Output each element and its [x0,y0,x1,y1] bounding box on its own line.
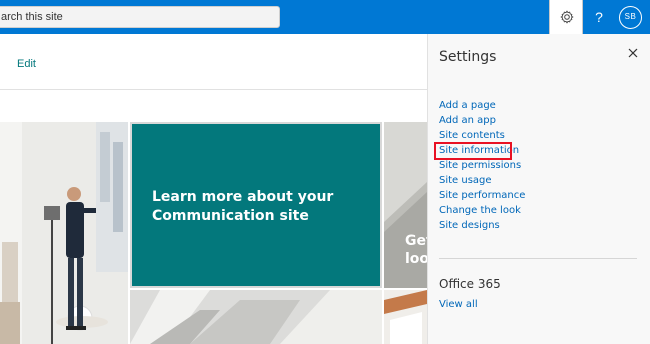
settings-link-site-designs[interactable]: Site designs [439,218,525,233]
hero-tile-title: Learn more about your Communication site [152,189,334,224]
avatar-initials: SB [624,12,637,21]
hero-tile-right-text: Getloo [405,233,427,267]
right-bottom-photo-image [384,290,427,344]
hero-spacer [0,90,427,122]
search-placeholder: arch this site [1,11,63,23]
gear-icon [560,10,574,24]
hero-tile-communication-site[interactable]: Learn more about your Communication site [130,122,382,288]
office-365-heading: Office 365 [439,277,501,291]
settings-panel: Settings Add a page Add an app Site cont… [427,34,650,344]
settings-link-add-app[interactable]: Add an app [439,113,525,128]
hero-tile-right-photo[interactable]: Getloo [384,122,427,288]
search-input[interactable]: arch this site [0,6,280,28]
settings-button[interactable] [549,0,583,34]
hero-tile-office-photo[interactable] [0,122,128,344]
settings-panel-title: Settings [439,49,497,65]
help-button[interactable]: ? [586,0,612,34]
avatar[interactable]: SB [619,6,642,29]
help-icon: ? [595,9,603,25]
architecture-photo-image [130,290,382,344]
office-photo-image [0,122,128,344]
edit-button[interactable]: Edit [17,58,36,70]
settings-link-site-contents[interactable]: Site contents [439,128,525,143]
settings-divider [439,258,637,259]
settings-link-change-look[interactable]: Change the look [439,203,525,218]
settings-link-site-usage[interactable]: Site usage [439,173,525,188]
command-bar: Edit [0,34,427,90]
hero-tile-right-bottom-photo[interactable] [384,290,427,344]
settings-link-site-permissions[interactable]: Site permissions [439,158,525,173]
site-information-highlight-box [434,142,512,160]
view-all-link[interactable]: View all [439,299,478,310]
suite-bar: arch this site ? SB [0,0,650,34]
close-panel-button[interactable] [626,46,640,60]
hero-tile-architecture-photo[interactable] [130,290,382,344]
close-icon [628,48,638,58]
settings-link-add-page[interactable]: Add a page [439,98,525,113]
settings-links: Add a page Add an app Site contents Site… [439,98,525,233]
settings-link-site-performance[interactable]: Site performance [439,188,525,203]
